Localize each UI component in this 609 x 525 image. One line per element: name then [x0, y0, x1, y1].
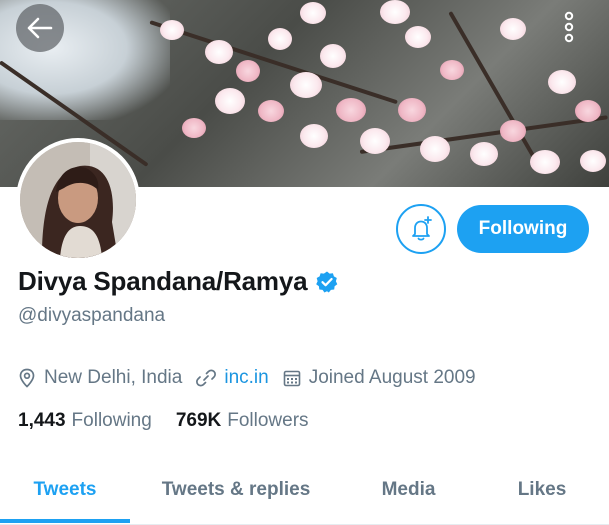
notifications-bell-button[interactable] — [396, 204, 446, 254]
banner-blossom — [300, 124, 328, 148]
verified-badge-icon — [316, 271, 338, 292]
banner-blossom — [500, 18, 526, 40]
profile-avatar[interactable] — [16, 138, 140, 262]
follow-counts: 1,443 Following 769K Followers — [18, 410, 333, 432]
banner-blossom — [268, 28, 292, 50]
calendar-icon — [283, 370, 301, 387]
link-icon — [196, 369, 217, 387]
more-vertical-icon — [564, 11, 574, 43]
banner-blossom — [530, 150, 560, 174]
tab-tweets[interactable]: Tweets — [0, 463, 130, 523]
location-pin-icon — [19, 368, 35, 388]
profile-tabs: Tweets Tweets & replies Media Likes — [0, 463, 609, 525]
followers-count: 769K — [175, 410, 222, 431]
banner-blossom — [290, 72, 322, 98]
bell-plus-icon — [412, 216, 432, 241]
banner-blossom — [405, 26, 431, 48]
back-button[interactable] — [16, 4, 64, 52]
joined-text: Joined August 2009 — [308, 367, 476, 388]
arrow-left-icon — [27, 17, 53, 39]
following-label: Following — [71, 410, 152, 431]
banner-blossom — [205, 40, 233, 64]
following-button[interactable]: Following — [457, 205, 589, 253]
location-item: New Delhi, India — [18, 367, 182, 389]
banner-blossom — [320, 44, 346, 68]
banner-blossom — [470, 142, 498, 166]
followers-count-link[interactable]: 769K Followers — [176, 410, 309, 432]
following-count-link[interactable]: 1,443 Following — [18, 410, 152, 432]
banner-blossom — [300, 2, 326, 24]
banner-blossom — [580, 150, 606, 172]
website-item[interactable]: inc.in — [196, 367, 269, 389]
banner-blossom — [258, 100, 284, 122]
banner-blossom — [336, 98, 366, 122]
display-name: Divya Spandana/Ramya — [18, 266, 308, 296]
tab-tweets-and-replies[interactable]: Tweets & replies — [130, 463, 342, 517]
website-link[interactable]: inc.in — [224, 367, 268, 389]
location-text: New Delhi, India — [44, 367, 183, 388]
banner-branch — [448, 11, 542, 169]
banner-blossom — [182, 118, 206, 138]
user-handle: @divyaspandana — [18, 305, 166, 326]
banner-blossom — [398, 98, 426, 122]
profile-name-row: Divya Spandana/Ramya — [18, 266, 339, 297]
banner-blossom — [420, 136, 450, 162]
banner-blossom — [215, 88, 245, 114]
avatar-photo — [20, 142, 136, 258]
banner-blossom — [236, 60, 260, 82]
tab-media[interactable]: Media — [342, 463, 475, 517]
banner-blossom — [575, 100, 601, 122]
banner-blossom — [548, 70, 576, 94]
followers-label: Followers — [227, 410, 309, 431]
banner-blossom — [380, 0, 410, 24]
banner-blossom — [500, 120, 526, 142]
profile-meta-row: New Delhi, India inc.in Joined August 20… — [18, 367, 490, 389]
following-count: 1,443 — [18, 410, 66, 431]
banner-blossom — [440, 60, 464, 80]
more-options-button[interactable] — [555, 8, 583, 46]
tab-likes[interactable]: Likes — [475, 463, 609, 517]
joined-item: Joined August 2009 — [283, 367, 476, 389]
banner-blossom — [360, 128, 390, 154]
banner-blossom — [160, 20, 184, 40]
